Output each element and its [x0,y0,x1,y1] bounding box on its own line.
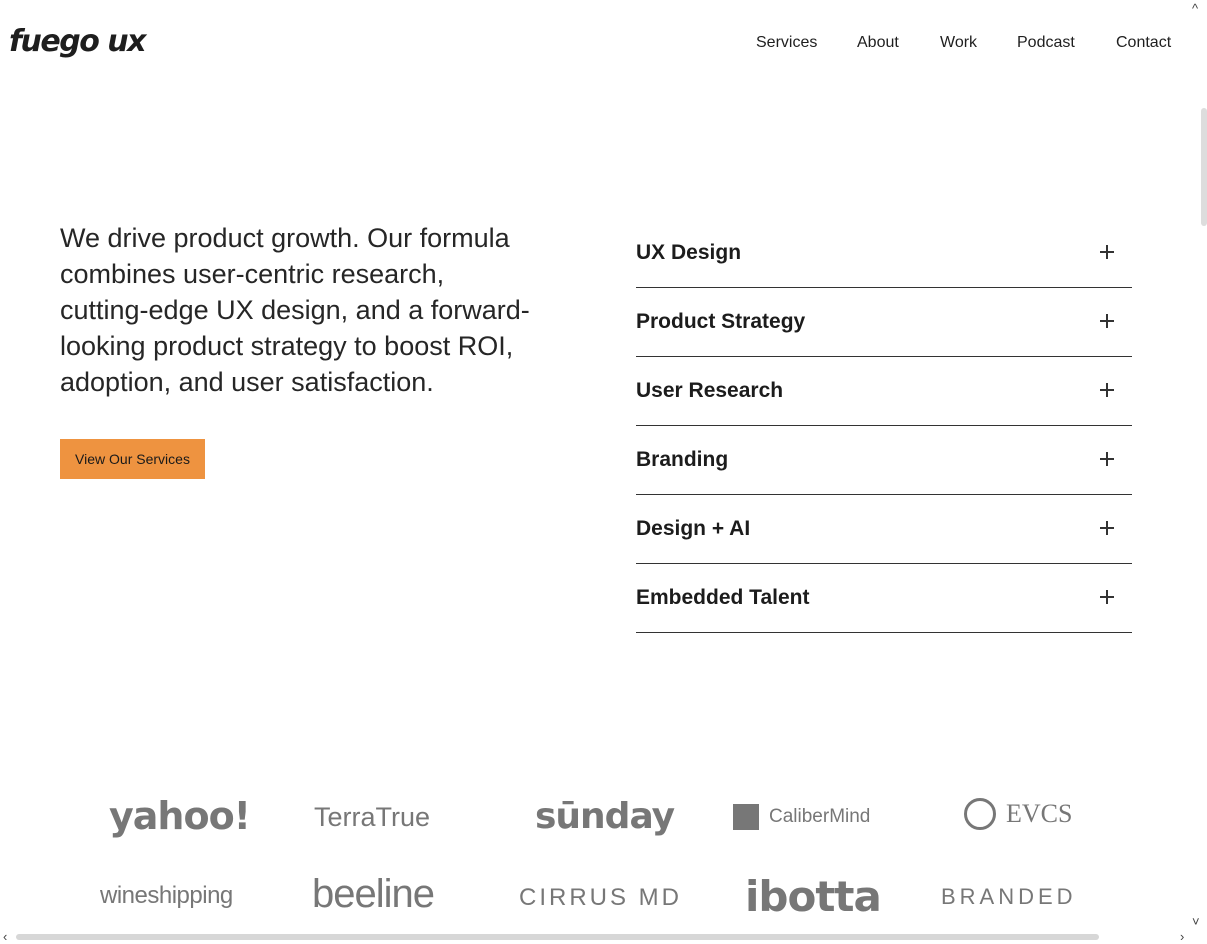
client-logo-terratrue: TerraTrue [314,802,431,832]
accordion-item-embedded-talent[interactable]: Embedded Talent [636,564,1132,633]
plus-icon[interactable] [1100,588,1118,606]
plus-icon[interactable] [1100,519,1118,537]
power-plug-icon [964,798,996,830]
plus-icon[interactable] [1100,312,1118,330]
vertical-scrollbar[interactable]: ^ ˅ [1190,0,1207,944]
client-logo-beeline: beeline [312,872,435,916]
accordion-item-product-strategy[interactable]: Product Strategy [636,288,1132,357]
plus-icon[interactable] [1100,243,1118,261]
accordion-label: Product Strategy [636,310,806,333]
client-logo-ibotta: ibotta [745,872,882,921]
nav-contact[interactable]: Contact [1116,34,1171,52]
services-accordion: UX Design Product Strategy User Research… [636,219,1132,633]
accordion-label: UX Design [636,241,742,264]
accordion-item-branding[interactable]: Branding [636,426,1132,495]
nav-work[interactable]: Work [940,34,977,52]
accordion-item-ux-design[interactable]: UX Design [636,219,1132,288]
evcs-wordmark: EVCS [1006,799,1073,828]
client-logo-yahoo: yahoo! [109,794,251,838]
hero-line: We drive product growth. Our formula [60,223,510,253]
calibermind-mark-icon [733,804,759,830]
vertical-scroll-thumb[interactable] [1201,108,1207,226]
nav-services[interactable]: Services [756,34,817,52]
plus-icon[interactable] [1100,450,1118,468]
client-logo-branded: BRANDED [941,884,1077,909]
plus-icon[interactable] [1100,381,1118,399]
scroll-right-arrow-icon[interactable]: › [1180,930,1184,943]
hero-line: looking product strategy to boost ROI, [60,331,514,361]
scroll-left-arrow-icon[interactable]: ‹ [3,930,7,943]
scroll-up-arrow-icon[interactable]: ^ [1192,2,1198,15]
hero-line: adoption, and user satisfaction. [60,367,434,397]
main-nav: Services About Work Podcast Contact [0,34,1190,54]
nav-podcast[interactable]: Podcast [1017,34,1075,52]
scroll-down-arrow-icon[interactable]: ˅ [1192,915,1200,928]
hero-line: cutting-edge UX design, and a forward- [60,295,530,325]
accordion-item-user-research[interactable]: User Research [636,357,1132,426]
accordion-label: Embedded Talent [636,586,810,609]
horizontal-scrollbar[interactable]: ‹ › [0,930,1207,944]
client-logo-cirrusmd: CIRRUS MD [519,884,682,911]
client-logo-wineshipping: wineshipping [100,882,233,909]
accordion-label: Branding [636,448,729,471]
accordion-label: Design + AI [636,517,751,540]
calibermind-wordmark: CaliberMind [769,806,871,827]
accordion-label: User Research [636,379,784,402]
hero-description: We drive product growth. Our formula com… [60,220,560,400]
view-services-button[interactable]: View Our Services [60,439,205,479]
horizontal-scroll-thumb[interactable] [16,934,1099,940]
nav-about[interactable]: About [857,34,899,52]
hero-line: combines user-centric research, [60,259,445,289]
client-logo-calibermind: CaliberMind [733,804,870,830]
client-logo-sunday: sūnday [535,796,675,837]
client-logo-evcs: EVCS [964,798,1072,830]
accordion-item-design-ai[interactable]: Design + AI [636,495,1132,564]
